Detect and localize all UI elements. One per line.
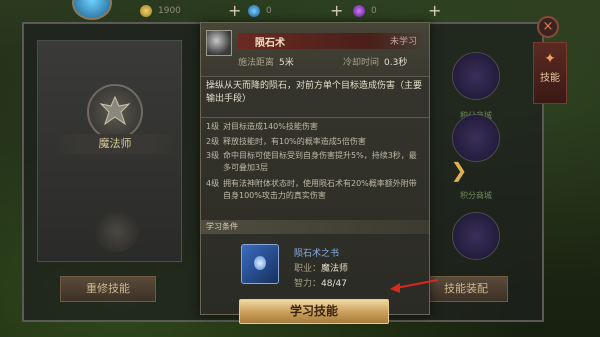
secondary-emblem xyxy=(95,212,139,252)
level-row: 3级 命中目标可使目标受到自身伤害提升5%，持续3秒，最多可叠加3层 xyxy=(206,150,423,174)
resource-bar: 1900 + 0 + 0 + xyxy=(0,0,600,22)
level-effect: 拥有法神附体状态时，使用陨石术有20%概率额外附带自身100%攻击力的真实伤害 xyxy=(223,179,417,200)
skill-slot[interactable] xyxy=(452,114,500,162)
requirements-header: 学习条件 xyxy=(201,220,429,234)
close-button[interactable]: × xyxy=(537,16,559,38)
int-label: 智力： xyxy=(294,279,322,289)
annotation-arrow-icon xyxy=(390,279,439,293)
level-row: 1级 对目标造成140%技能伤害 xyxy=(206,121,423,133)
cast-range-value: 5米 xyxy=(279,58,294,68)
skill-description: 操纵从天而降的陨石，对前方单个目标造成伤害（主要输出手段） xyxy=(206,81,423,104)
level-number: 2级 xyxy=(206,137,220,146)
cooldown: 冷却时间 0.3秒 xyxy=(343,55,407,68)
skill-detail-popup: 陨石术 未学习 施法距离 5米 冷却时间 0.3秒 操纵从天而降的陨石，对前方单个目… xyxy=(200,22,430,324)
diamond-add-button[interactable]: + xyxy=(330,1,343,20)
skill-slot[interactable] xyxy=(452,52,500,100)
purple-gem-resource: 0 xyxy=(353,3,377,18)
learn-status: 未学习 xyxy=(389,37,417,47)
level-effect: 释放技能时，有10%的概率造成5倍伤害 xyxy=(223,137,366,146)
int-requirement: 智力：48/47 xyxy=(294,276,347,289)
job-label: 职业： xyxy=(294,264,322,274)
diamond-amount: 0 xyxy=(266,5,272,16)
tab-skills[interactable]: ✦ 技能 xyxy=(533,42,567,104)
cast-range-label: 施法距离 xyxy=(238,58,275,68)
level-effect: 对目标造成140%技能伤害 xyxy=(223,122,318,131)
level-effect: 命中目标可使目标受到自身伤害提升5%，持续3秒，最多可叠加3层 xyxy=(223,151,417,172)
slot-caption: 积分商城 xyxy=(460,191,492,200)
diamond-icon xyxy=(248,4,260,17)
skill-header: 陨石术 未学习 施法距离 5米 冷却时间 0.3秒 xyxy=(201,23,429,77)
purple-gem-icon xyxy=(353,4,365,17)
divider xyxy=(201,117,429,118)
job-requirement: 职业：魔法师 xyxy=(294,261,348,274)
next-arrow-icon[interactable]: ❯ xyxy=(448,158,470,188)
class-name-label: 魔法师 xyxy=(55,134,175,154)
diamond-resource: 0 xyxy=(248,3,272,18)
int-value: 48/47 xyxy=(321,279,347,289)
purple-gem-add-button[interactable]: + xyxy=(428,1,441,20)
learn-skill-button[interactable]: 学习技能 xyxy=(239,299,389,324)
level-number: 3级 xyxy=(206,151,220,160)
cooldown-value: 0.3秒 xyxy=(384,58,408,68)
level-number: 4级 xyxy=(206,179,220,188)
tab-skills-label: 技能 xyxy=(540,73,560,84)
gold-amount: 1900 xyxy=(158,5,181,16)
level-row: 4级 拥有法神附体状态时，使用陨石术有20%概率额外附带自身100%攻击力的真实… xyxy=(206,178,423,202)
player-avatar[interactable] xyxy=(72,0,112,20)
gold-resource: 1900 xyxy=(140,3,181,18)
required-item-name[interactable]: 陨石术之书 xyxy=(294,246,339,259)
level-row: 2级 释放技能时，有10%的概率造成5倍伤害 xyxy=(206,136,423,148)
meteor-skill-icon xyxy=(206,30,232,56)
gold-add-button[interactable]: + xyxy=(228,1,241,20)
purple-gem-amount: 0 xyxy=(371,5,377,16)
cast-range: 施法距离 5米 xyxy=(238,55,294,68)
flame-icon: ✦ xyxy=(544,51,556,67)
reset-skills-button[interactable]: 重修技能 xyxy=(60,276,156,302)
level-number: 1级 xyxy=(206,122,220,131)
mage-emblem xyxy=(87,84,143,140)
skill-title: 陨石术 xyxy=(255,38,285,49)
mage-crest-icon xyxy=(99,95,131,126)
gold-coin-icon xyxy=(140,4,152,17)
skill-slot[interactable] xyxy=(452,212,500,260)
job-value: 魔法师 xyxy=(321,264,349,274)
cooldown-label: 冷却时间 xyxy=(343,58,380,68)
skill-book-icon[interactable] xyxy=(241,244,279,284)
